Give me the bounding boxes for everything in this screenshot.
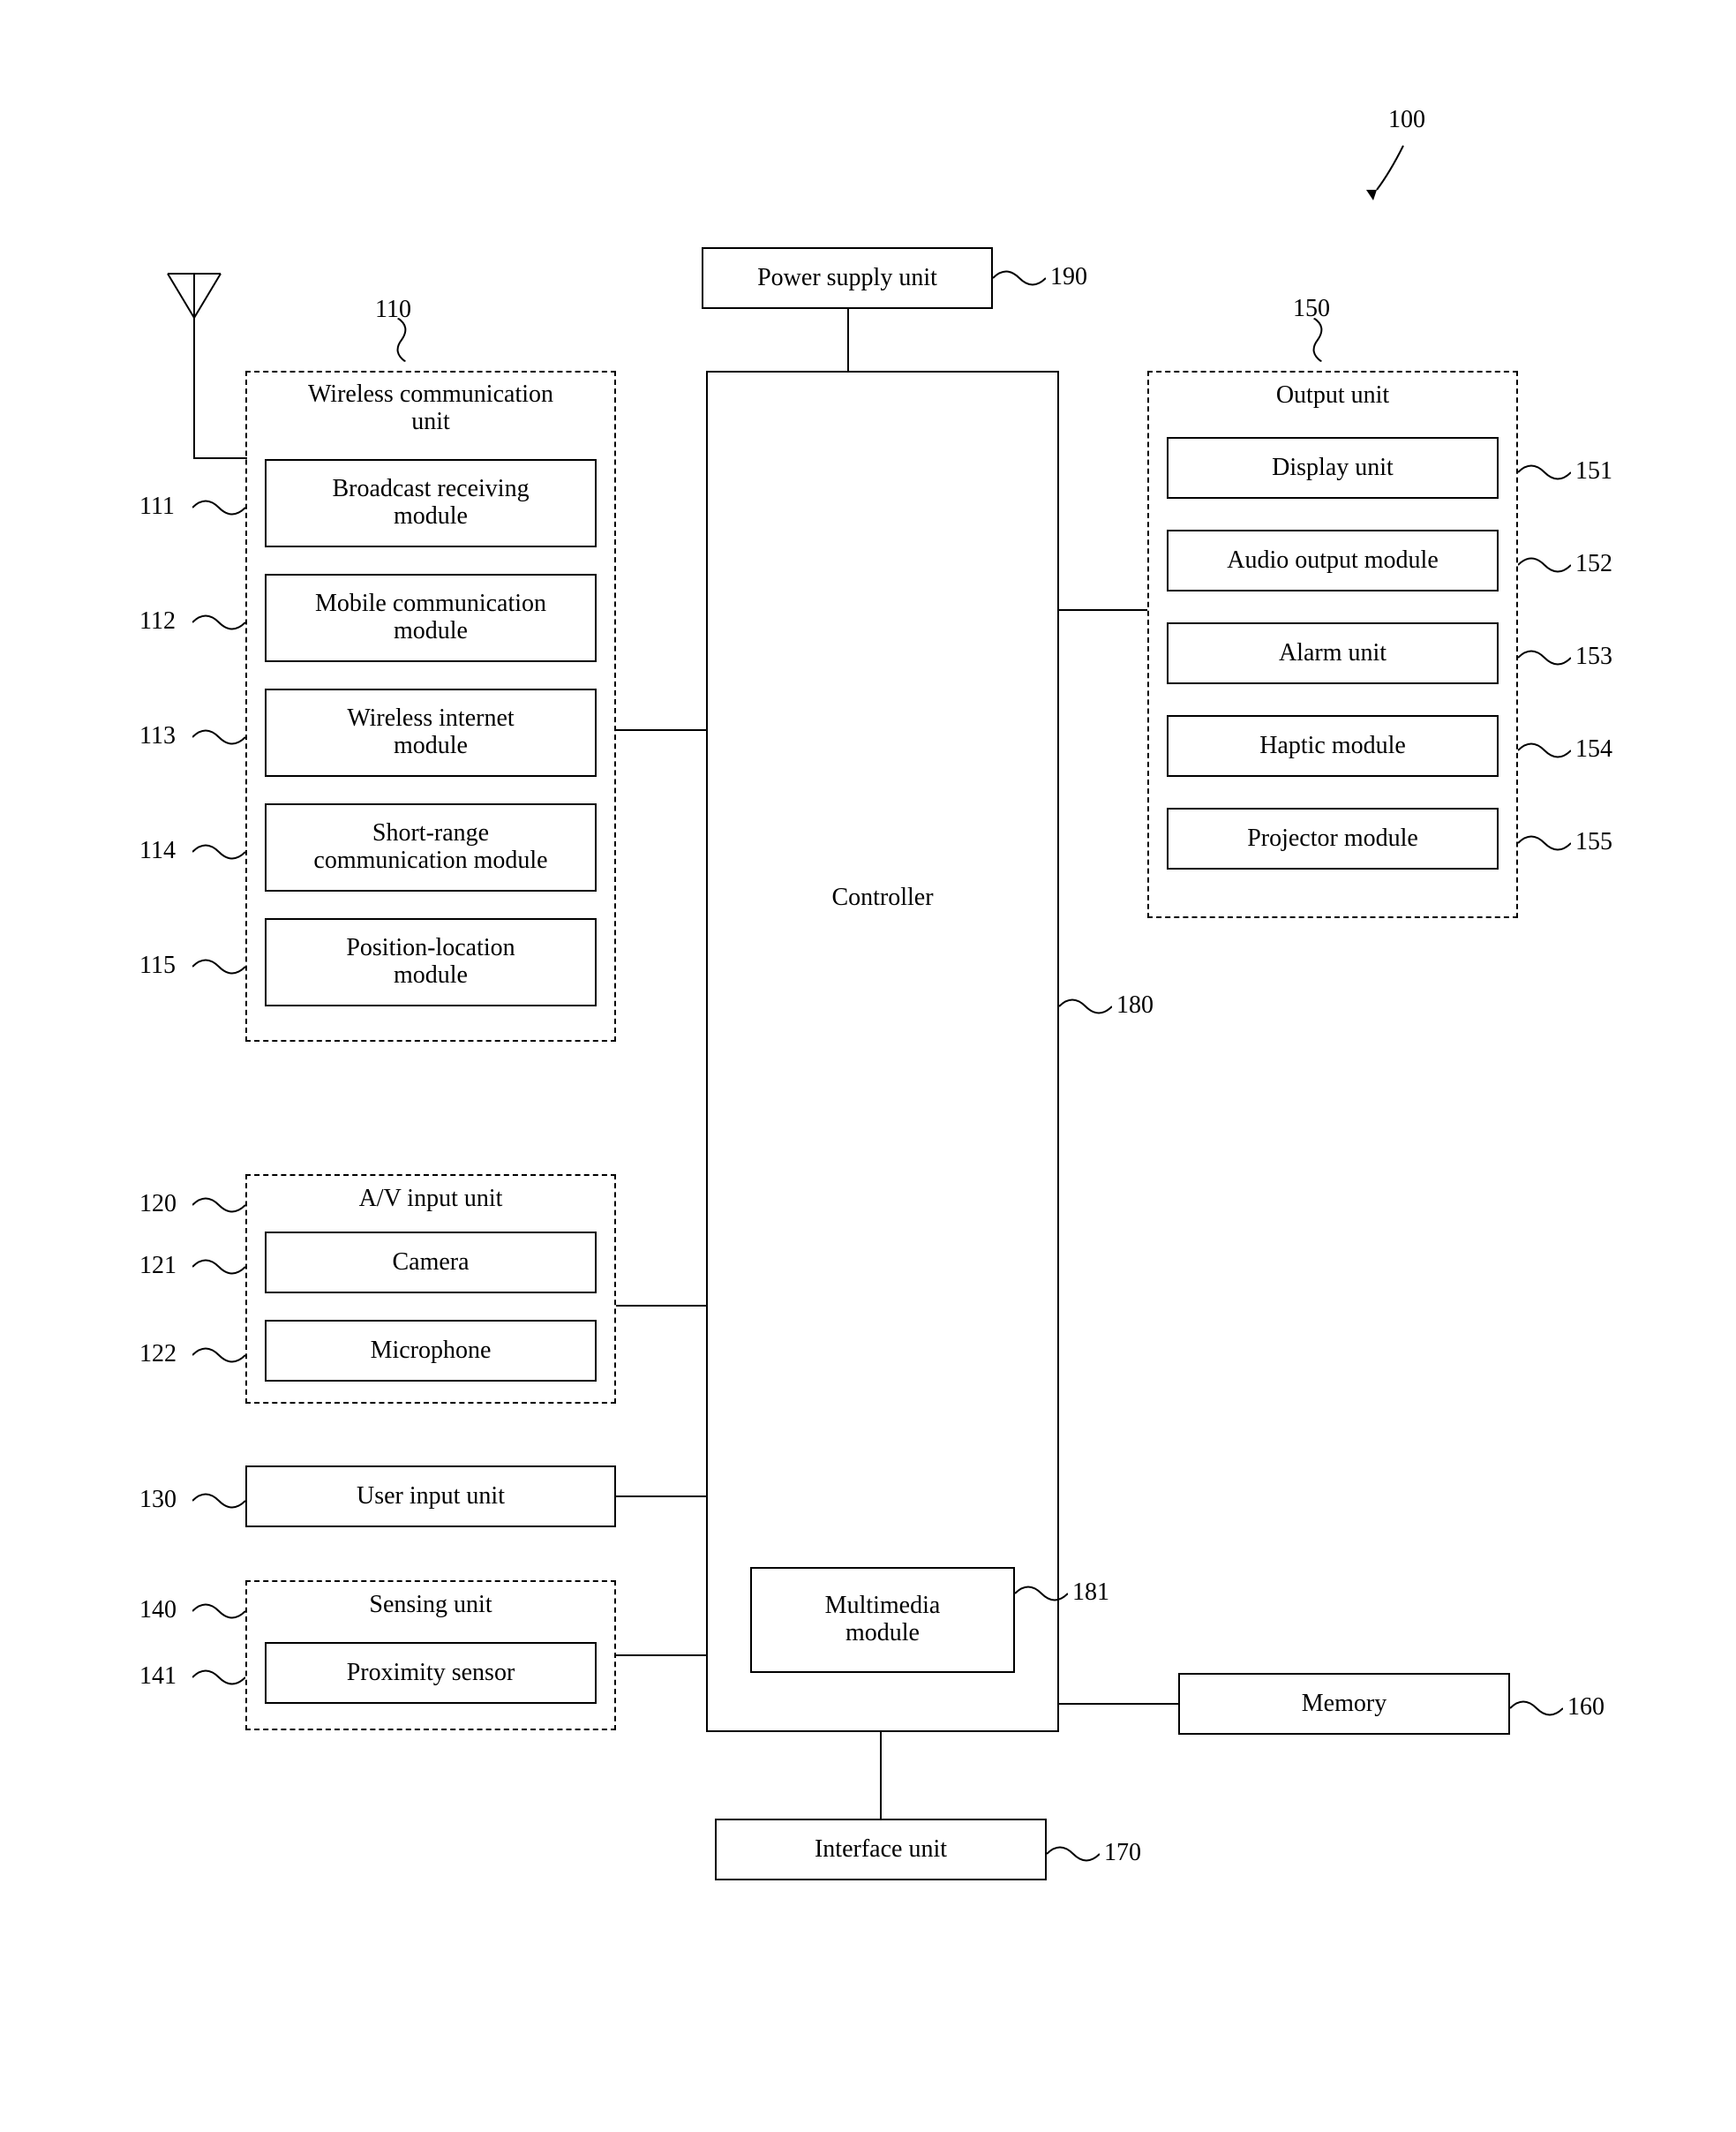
- interface-label: Interface unit: [815, 1836, 947, 1864]
- ref-151: 151: [1575, 457, 1612, 486]
- user-input-label: User input unit: [357, 1483, 505, 1510]
- wireless-internet-box: Wireless internet module: [265, 689, 597, 777]
- leader-155: [1518, 830, 1571, 856]
- multimedia-label: Multimedia module: [825, 1593, 941, 1647]
- audio-output-label: Audio output module: [1227, 547, 1439, 575]
- leader-180: [1059, 993, 1112, 1020]
- leader-121: [192, 1254, 245, 1280]
- ref-155: 155: [1575, 828, 1612, 856]
- ref-160: 160: [1567, 1693, 1604, 1721]
- sensing-title: Sensing unit: [245, 1591, 616, 1619]
- memory-box: Memory: [1178, 1673, 1510, 1735]
- connector-power: [847, 309, 849, 371]
- microphone-box: Microphone: [265, 1320, 597, 1382]
- ref-153: 153: [1575, 643, 1612, 671]
- mobile-comm-box: Mobile communication module: [265, 574, 597, 662]
- leader-151: [1518, 459, 1571, 486]
- memory-label: Memory: [1302, 1691, 1387, 1718]
- ref-180: 180: [1116, 991, 1154, 1020]
- leader-160: [1510, 1695, 1563, 1721]
- ref-113: 113: [139, 722, 176, 750]
- antenna-icon: [159, 265, 229, 459]
- haptic-label: Haptic module: [1259, 733, 1406, 760]
- wireless-internet-label: Wireless internet module: [347, 705, 514, 760]
- alarm-box: Alarm unit: [1167, 622, 1499, 684]
- arrow-icon: [1359, 141, 1412, 203]
- leader-181: [1015, 1580, 1068, 1607]
- proximity-box: Proximity sensor: [265, 1642, 597, 1704]
- leader-112: [192, 609, 245, 636]
- broadcast-receiving-label: Broadcast receiving module: [332, 476, 529, 531]
- ref-152: 152: [1575, 550, 1612, 578]
- leader-114: [192, 839, 245, 865]
- projector-label: Projector module: [1247, 825, 1418, 853]
- power-supply-box: Power supply unit: [702, 247, 993, 309]
- leader-141: [192, 1664, 245, 1691]
- position-loc-label: Position-location module: [346, 935, 515, 990]
- user-input-box: User input unit: [245, 1465, 616, 1527]
- ref-122: 122: [139, 1340, 177, 1368]
- ref-130: 130: [139, 1486, 177, 1514]
- alarm-label: Alarm unit: [1279, 640, 1387, 667]
- audio-output-box: Audio output module: [1167, 530, 1499, 591]
- ref-114: 114: [139, 837, 176, 865]
- controller-box: Controller: [706, 371, 1059, 1732]
- connector-wireless: [616, 729, 708, 731]
- camera-label: Camera: [392, 1249, 469, 1277]
- ref-140: 140: [139, 1596, 177, 1624]
- power-supply-label: Power supply unit: [757, 265, 937, 292]
- leader-140: [192, 1598, 245, 1624]
- ref-112: 112: [139, 607, 176, 636]
- leader-153: [1518, 644, 1571, 671]
- wireless-comm-title: Wireless communication unit: [245, 381, 616, 436]
- connector-antenna: [194, 457, 247, 459]
- leader-190: [993, 265, 1046, 291]
- short-range-label: Short-range communication module: [313, 820, 547, 875]
- leader-120: [192, 1192, 245, 1218]
- output-title: Output unit: [1147, 381, 1518, 410]
- broadcast-receiving-box: Broadcast receiving module: [265, 459, 597, 547]
- microphone-label: Microphone: [371, 1337, 492, 1365]
- ref-170: 170: [1104, 1839, 1141, 1867]
- leader-111: [192, 494, 245, 521]
- leader-154: [1518, 737, 1571, 764]
- ref-154: 154: [1575, 735, 1612, 764]
- leader-130: [192, 1488, 245, 1514]
- mobile-comm-label: Mobile communication module: [315, 591, 546, 645]
- haptic-box: Haptic module: [1167, 715, 1499, 777]
- display-label: Display unit: [1272, 455, 1394, 482]
- interface-box: Interface unit: [715, 1819, 1047, 1880]
- leader-110: [385, 316, 418, 364]
- av-input-title: A/V input unit: [245, 1185, 616, 1213]
- controller-label: Controller: [831, 885, 933, 912]
- leader-113: [192, 724, 245, 750]
- ref-120: 120: [139, 1190, 177, 1218]
- proximity-label: Proximity sensor: [347, 1660, 515, 1687]
- connector-sensing: [616, 1654, 708, 1656]
- display-box: Display unit: [1167, 437, 1499, 499]
- connector-output: [1059, 609, 1147, 611]
- ref-115: 115: [139, 952, 176, 980]
- leader-152: [1518, 552, 1571, 578]
- connector-memory: [1059, 1703, 1178, 1705]
- ref-111: 111: [139, 493, 175, 521]
- connector-av: [616, 1305, 708, 1307]
- short-range-box: Short-range communication module: [265, 803, 597, 892]
- leader-170: [1047, 1841, 1100, 1867]
- leader-115: [192, 953, 245, 980]
- connector-interface: [880, 1732, 882, 1819]
- camera-box: Camera: [265, 1232, 597, 1293]
- ref-181: 181: [1072, 1578, 1109, 1607]
- projector-box: Projector module: [1167, 808, 1499, 870]
- leader-122: [192, 1342, 245, 1368]
- ref-141: 141: [139, 1662, 177, 1691]
- ref-190: 190: [1050, 263, 1087, 291]
- ref-121: 121: [139, 1252, 177, 1280]
- figure-ref: 100: [1388, 106, 1425, 134]
- connector-userinput: [616, 1495, 708, 1497]
- multimedia-box: Multimedia module: [750, 1567, 1015, 1673]
- position-loc-box: Position-location module: [265, 918, 597, 1006]
